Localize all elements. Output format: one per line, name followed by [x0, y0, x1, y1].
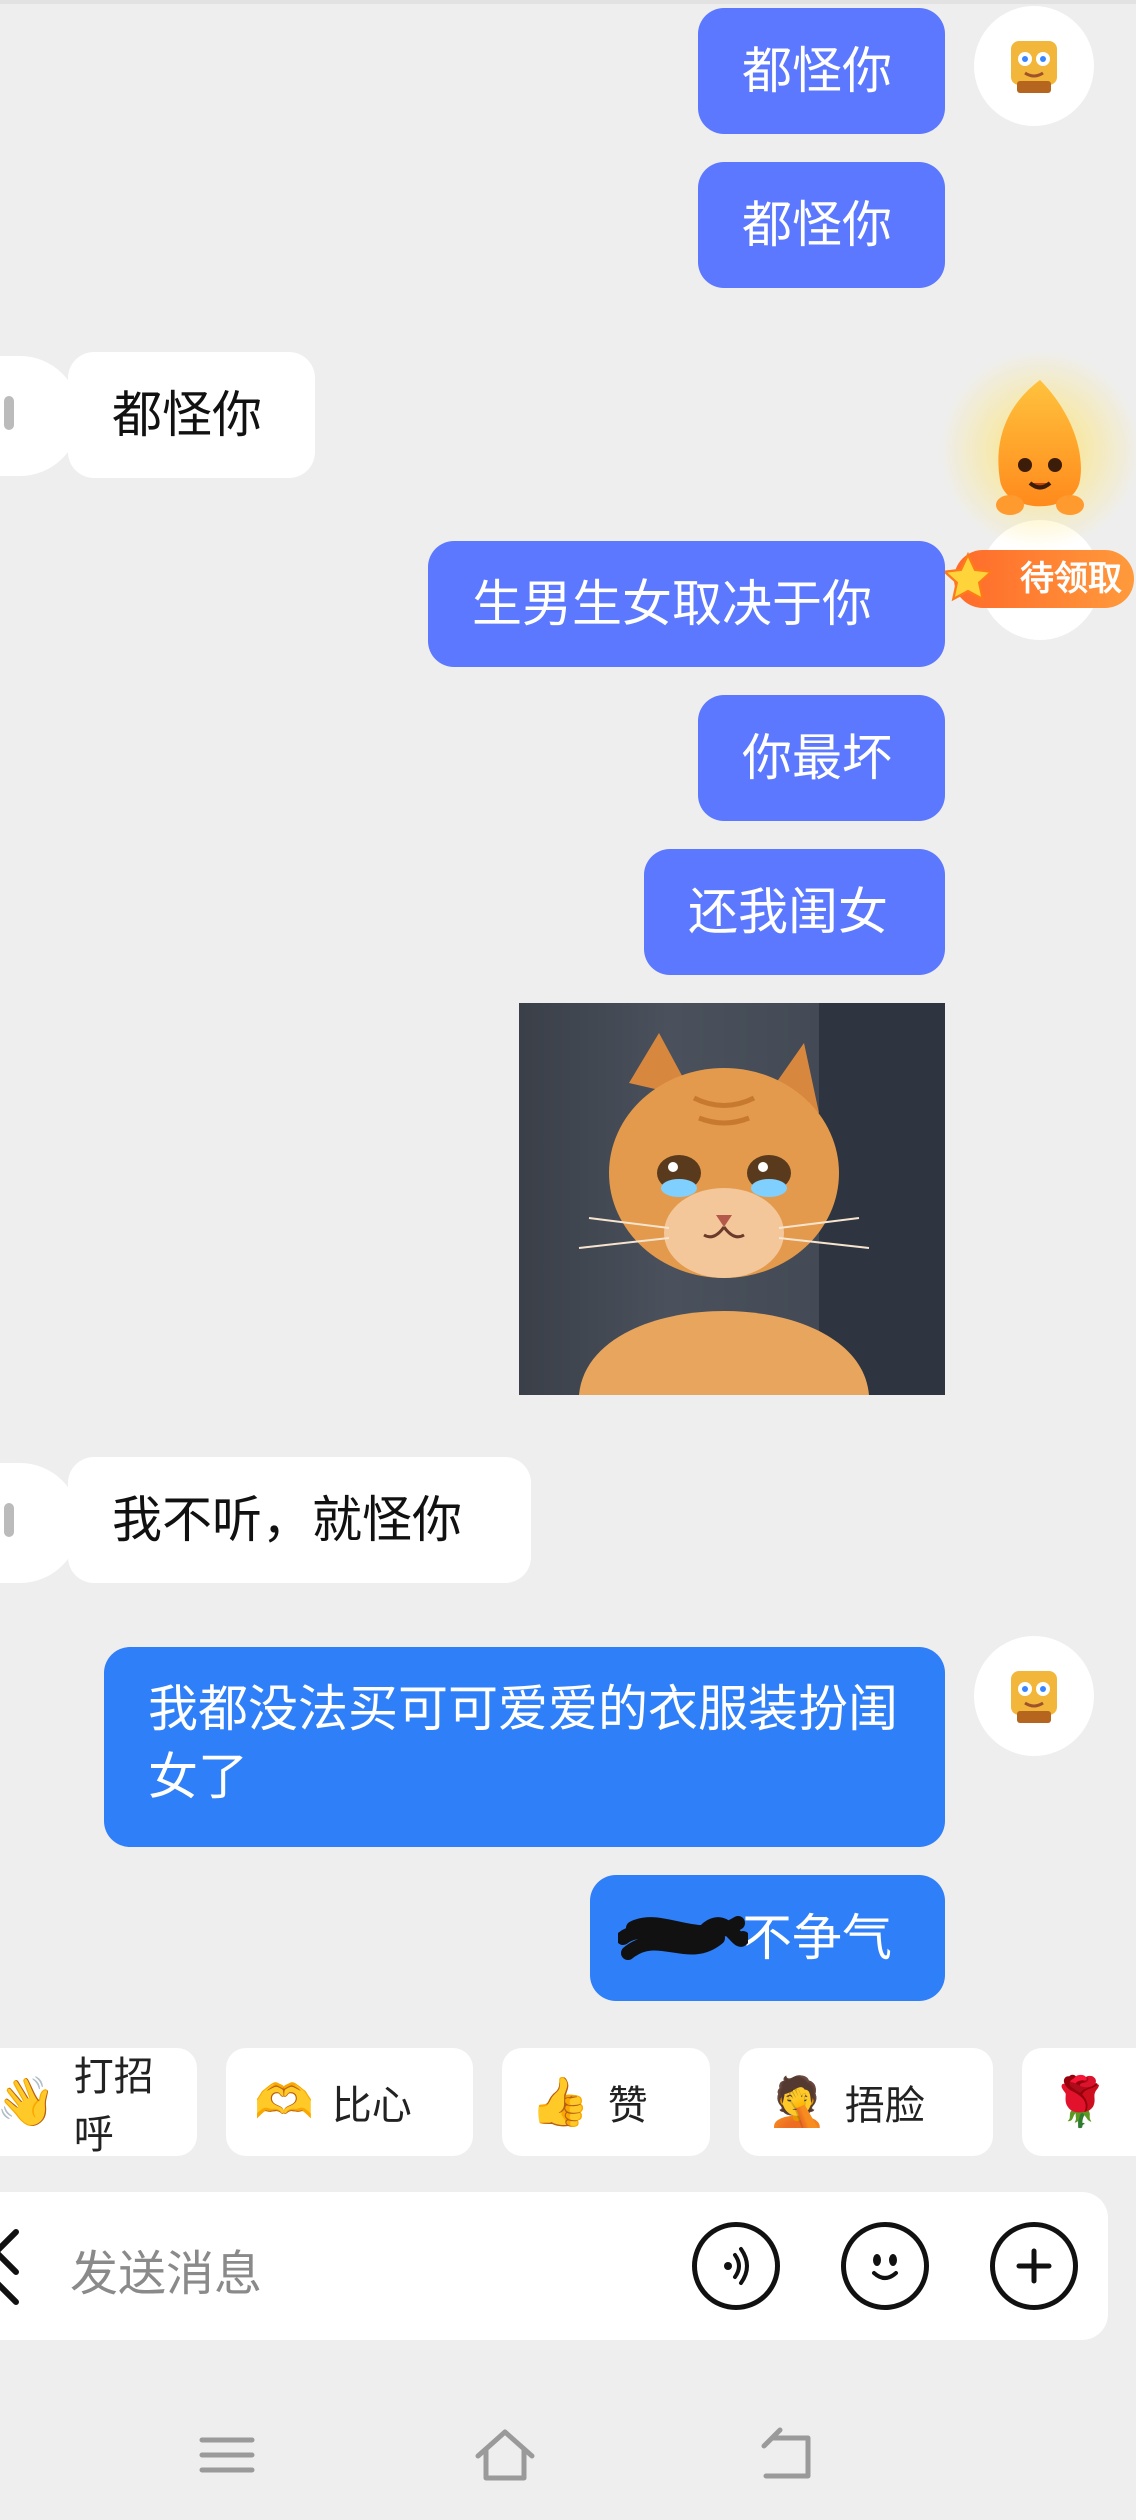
message-text: 我不听，就怪你	[112, 1491, 462, 1549]
home-icon[interactable]	[470, 2420, 540, 2490]
redaction-scribble	[618, 1916, 748, 1960]
system-nav-bar	[0, 2380, 1136, 2520]
more-button[interactable]	[990, 2222, 1078, 2310]
thumbs-up-icon: 👍	[530, 2074, 590, 2130]
crying-cat-sticker[interactable]	[519, 1003, 945, 1395]
quick-reply-bar: 👋 打招呼 🫶 比心 👍 赞 🤦 捂脸 🌹	[0, 2048, 1136, 2158]
quick-reply-chip[interactable]: 👍 赞	[502, 2048, 710, 2156]
message-text: 不争气	[742, 1909, 892, 1967]
my-avatar[interactable]	[974, 1636, 1094, 1756]
facepalm-icon: 🤦	[767, 2074, 827, 2130]
heart-hands-icon: 🫶	[254, 2074, 314, 2130]
message-input[interactable]: 发送消息	[70, 2234, 262, 2304]
sponge-avatar-icon	[1011, 41, 1057, 93]
plus-icon	[1016, 2248, 1052, 2284]
voice-button[interactable]	[692, 2222, 780, 2310]
message-text: 都怪你	[742, 196, 892, 254]
message-text: 还我闺女	[688, 883, 888, 941]
rose-icon: 🌹	[1050, 2074, 1110, 2130]
message-bubble-mine[interactable]: 生男生女取决于你	[428, 541, 945, 667]
wave-icon: 👋	[0, 2074, 56, 2130]
message-composer: 发送消息	[0, 2192, 1108, 2340]
mascot-flame-icon	[940, 350, 1136, 550]
top-divider	[0, 0, 1136, 4]
my-avatar[interactable]	[974, 6, 1094, 126]
back-icon[interactable]	[752, 2420, 822, 2490]
menu-icon[interactable]	[192, 2420, 262, 2490]
shortcut-icon[interactable]	[0, 2222, 26, 2312]
message-bubble-mine[interactable]: 还我闺女	[644, 849, 945, 975]
message-text: 我都没法买可可爱爱的衣服装扮闺女了	[148, 1680, 898, 1806]
message-text: 都怪你	[112, 386, 262, 444]
emoji-icon	[872, 2254, 898, 2280]
quick-reply-chip[interactable]: 🤦 捂脸	[739, 2048, 993, 2156]
message-text: 你最坏	[742, 729, 892, 787]
message-bubble-mine[interactable]: 都怪你	[698, 8, 945, 134]
voice-icon	[724, 2247, 749, 2285]
promo-badge[interactable]: 待领取	[940, 340, 1136, 640]
message-bubble-mine[interactable]: 你最坏	[698, 695, 945, 821]
quick-reply-chip[interactable]: 🌹	[1022, 2048, 1136, 2156]
quick-reply-label: 比心	[331, 2083, 412, 2129]
message-bubble-theirs[interactable]: 我不听，就怪你	[68, 1457, 531, 1583]
quick-reply-label: 打招呼	[73, 2054, 154, 2158]
quick-reply-label: 赞	[607, 2083, 648, 2129]
message-bubble-mine[interactable]: 都怪你	[698, 162, 945, 288]
quick-reply-chip[interactable]: 🫶 比心	[226, 2048, 473, 2156]
chat-screen: 都怪你 都怪你 都怪你 待领取 生男生女取决于你 你最坏 还我闺女 我不听，就怪…	[0, 0, 1136, 2520]
message-text: 都怪你	[742, 42, 892, 100]
quick-reply-chip[interactable]: 👋 打招呼	[0, 2048, 197, 2158]
message-text: 生男生女取决于你	[472, 575, 872, 633]
emoji-button[interactable]	[841, 2222, 929, 2310]
star-icon	[941, 551, 995, 602]
quick-reply-label: 捂脸	[844, 2083, 925, 2129]
cat-image	[578, 1003, 945, 1395]
message-bubble-mine[interactable]: 我都没法买可可爱爱的衣服装扮闺女了	[104, 1647, 945, 1847]
message-bubble-theirs[interactable]: 都怪你	[68, 352, 315, 478]
message-bubble-mine[interactable]: 不争气	[590, 1875, 945, 2001]
sponge-avatar-icon	[1011, 1671, 1057, 1723]
